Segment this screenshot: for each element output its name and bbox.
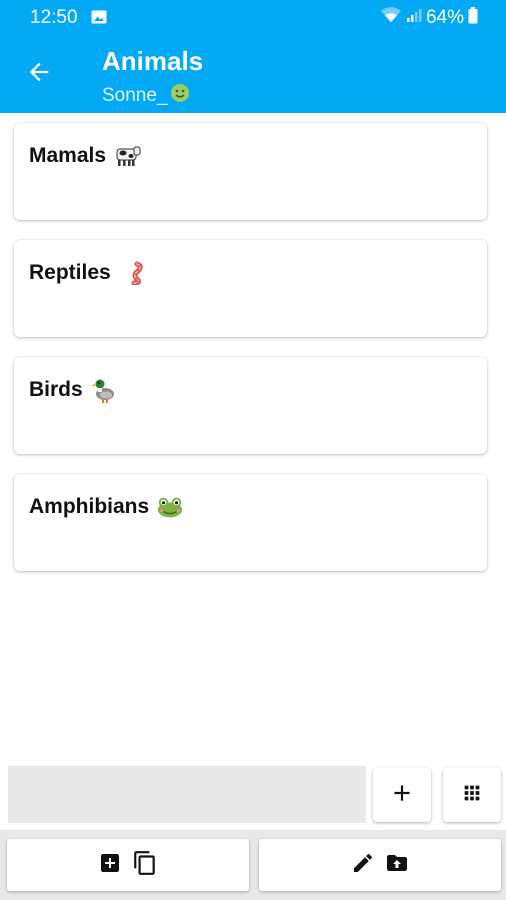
bottom-toolbar <box>0 830 506 900</box>
add-copy-button[interactable] <box>7 839 249 891</box>
signal-icon <box>406 7 422 29</box>
frog-icon <box>156 495 184 519</box>
category-list: Mamals Reptiles Birds Amphibians <box>14 123 487 591</box>
list-item[interactable]: Amphibians <box>14 474 487 571</box>
subtitle-text: Sonne_ <box>102 85 168 106</box>
plus-icon <box>389 780 415 811</box>
list-item-label: Mamals <box>29 144 107 167</box>
battery-level: 64% <box>425 7 464 28</box>
edit-archive-button[interactable] <box>259 839 501 891</box>
page-title: Animals <box>102 46 204 76</box>
cow-icon <box>113 144 141 168</box>
list-item[interactable]: Birds <box>14 357 487 454</box>
smiling-face-icon <box>170 83 190 109</box>
list-item-title: Reptiles <box>29 261 146 285</box>
grid-icon <box>461 782 483 809</box>
duck-icon <box>90 378 118 403</box>
copy-icon <box>132 849 158 882</box>
list-item-label: Reptiles <box>29 261 111 284</box>
image-notification-icon <box>91 10 107 24</box>
back-button[interactable] <box>24 59 54 89</box>
list-item[interactable]: Mamals <box>14 123 487 220</box>
battery-icon <box>468 6 478 30</box>
page-subtitle: Sonne_ <box>102 83 190 109</box>
list-item-label: Birds <box>29 378 83 401</box>
list-item[interactable]: Reptiles <box>14 240 487 337</box>
new-item-input[interactable] <box>8 766 366 823</box>
list-item-title: Birds <box>29 378 118 403</box>
status-bar: 12:50 64% <box>0 0 506 36</box>
pencil-icon <box>351 851 375 880</box>
arrow-left-icon <box>25 58 53 91</box>
worm-icon <box>118 261 146 285</box>
archive-icon <box>385 851 409 880</box>
grid-view-button[interactable] <box>443 768 501 822</box>
wifi-icon <box>380 6 402 30</box>
add-box-icon <box>98 851 122 880</box>
list-item-title: Mamals <box>29 144 141 168</box>
add-button[interactable] <box>373 768 431 822</box>
status-time: 12:50 <box>30 7 78 28</box>
list-item-label: Amphibians <box>29 495 150 518</box>
status-icons: 64% <box>380 6 478 30</box>
list-item-title: Amphibians <box>29 495 184 519</box>
app-bar: 12:50 64% Animals Sonne_ <box>0 0 506 113</box>
